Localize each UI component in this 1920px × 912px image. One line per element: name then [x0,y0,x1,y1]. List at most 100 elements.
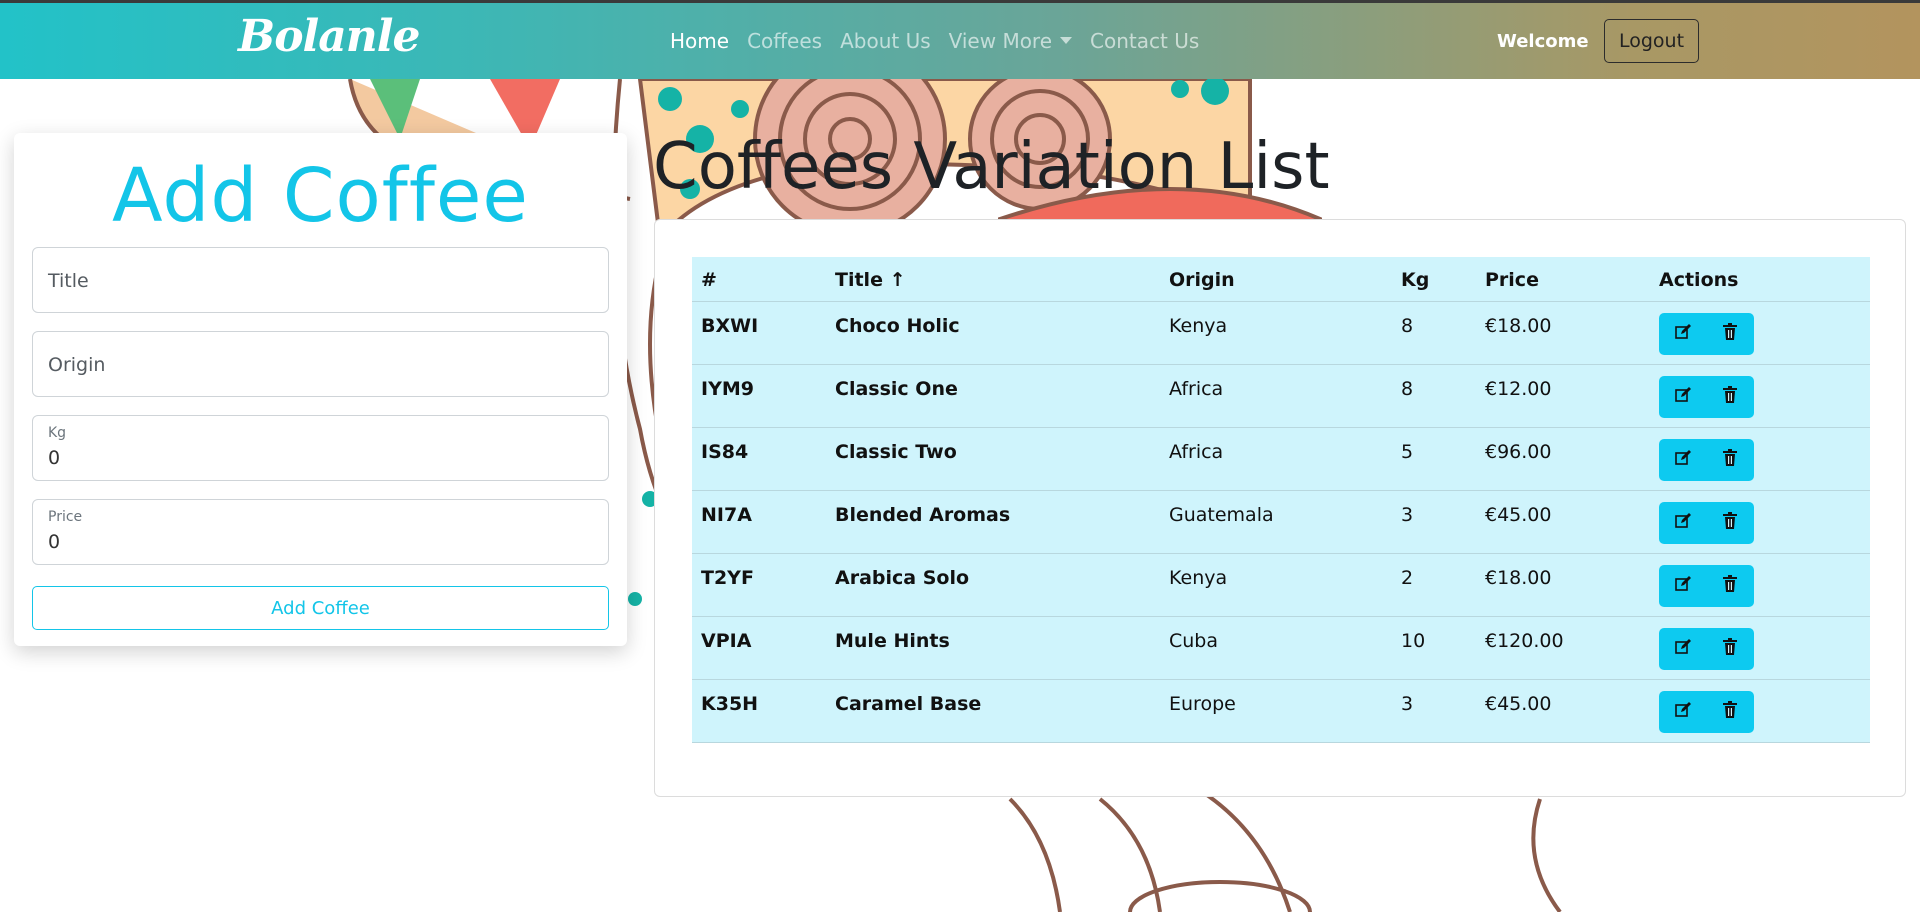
cell-id: K35H [701,693,759,715]
col-header-title[interactable]: Title ↑ [835,269,906,291]
table-row: IS84 Classic Two Africa 5 €96.00 [692,428,1870,491]
kg-label: Kg [48,425,67,441]
add-coffee-button[interactable]: Add Coffee [32,586,609,630]
trash-icon [1722,575,1738,597]
col-header-actions: Actions [1659,269,1739,291]
cell-title: Classic Two [835,441,957,463]
cell-kg: 3 [1401,504,1414,526]
row-actions [1659,376,1754,418]
chevron-down-icon [1060,37,1073,44]
row-actions [1659,502,1754,544]
cell-id: IS84 [701,441,749,463]
table-row: K35H Caramel Base Europe 3 €45.00 [692,680,1870,743]
brand-logo[interactable]: Bolanle [238,11,420,62]
trash-icon [1722,512,1738,534]
table-row: IYM9 Classic One Africa 8 €12.00 [692,365,1870,428]
cell-kg: 2 [1401,567,1414,589]
cell-price: €120.00 [1485,630,1564,652]
edit-button[interactable] [1659,502,1706,544]
kg-input[interactable]: Kg 0 [32,415,609,481]
nav-view-more-dropdown[interactable]: View More [948,29,1073,53]
row-actions [1659,313,1754,355]
cell-id: T2YF [701,567,754,589]
cell-price: €45.00 [1485,504,1552,526]
row-actions [1659,565,1754,607]
add-coffee-card: Add Coffee Title Origin Kg 0 Price 0 Add… [14,133,627,646]
nav-view-more-label: View More [948,29,1053,53]
nav-about-us[interactable]: About Us [840,29,931,53]
delete-button[interactable] [1706,502,1753,544]
cell-origin: Guatemala [1169,504,1274,526]
trash-icon [1722,638,1738,660]
price-value: 0 [48,531,61,553]
welcome-text: Welcome [1497,31,1589,52]
cell-origin: Europe [1169,693,1236,715]
edit-button[interactable] [1659,313,1706,355]
table-body: BXWI Choco Holic Kenya 8 €18.00 IYM9 Classic O… [692,302,1870,743]
col-header-price[interactable]: Price [1485,269,1539,291]
add-coffee-heading: Add Coffee [112,153,529,239]
edit-icon [1674,323,1692,345]
title-placeholder: Title [48,270,89,292]
cell-price: €18.00 [1485,567,1552,589]
table-row: VPIA Mule Hints Cuba 10 €120.00 [692,617,1870,680]
cell-title: Classic One [835,378,958,400]
cell-origin: Cuba [1169,630,1219,652]
edit-icon [1674,575,1692,597]
edit-icon [1674,386,1692,408]
delete-button[interactable] [1706,376,1753,418]
kg-value: 0 [48,447,61,469]
coffee-list-heading: Coffees Variation List [653,130,1330,204]
top-navbar: Bolanle Home Coffees About Us View More … [0,0,1920,79]
nav-home[interactable]: Home [670,29,729,53]
delete-button[interactable] [1706,691,1753,733]
nav-contact-us[interactable]: Contact Us [1090,29,1199,53]
edit-button[interactable] [1659,376,1706,418]
origin-placeholder: Origin [48,354,106,376]
cell-id: VPIA [701,630,752,652]
delete-button[interactable] [1706,565,1753,607]
cell-id: IYM9 [701,378,754,400]
edit-button[interactable] [1659,439,1706,481]
cell-id: BXWI [701,315,759,337]
edit-button[interactable] [1659,691,1706,733]
col-header-kg[interactable]: Kg [1401,269,1429,291]
cell-title: Caramel Base [835,693,982,715]
trash-icon [1722,323,1738,345]
cell-origin: Kenya [1169,315,1228,337]
title-input[interactable]: Title [32,247,609,313]
trash-icon [1722,701,1738,723]
col-header-id[interactable]: # [701,269,717,291]
row-actions [1659,691,1754,733]
table-header: # Title ↑ Origin Kg Price Actions [692,257,1870,302]
edit-button[interactable] [1659,565,1706,607]
edit-icon [1674,701,1692,723]
edit-button[interactable] [1659,628,1706,670]
cell-title: Choco Holic [835,315,960,337]
cell-kg: 3 [1401,693,1414,715]
cell-title: Blended Aromas [835,504,1011,526]
col-header-origin[interactable]: Origin [1169,269,1235,291]
trash-icon [1722,386,1738,408]
cell-origin: Africa [1169,441,1224,463]
trash-icon [1722,449,1738,471]
edit-icon [1674,512,1692,534]
delete-button[interactable] [1706,628,1753,670]
cell-kg: 10 [1401,630,1426,652]
coffee-table: # Title ↑ Origin Kg Price Actions BXWI Ch… [692,257,1870,743]
cell-price: €45.00 [1485,693,1552,715]
origin-input[interactable]: Origin [32,331,609,397]
table-row: NI7A Blended Aromas Guatemala 3 €45.00 [692,491,1870,554]
delete-button[interactable] [1706,439,1753,481]
cell-kg: 8 [1401,315,1414,337]
price-label: Price [48,509,83,525]
price-input[interactable]: Price 0 [32,499,609,565]
delete-button[interactable] [1706,313,1753,355]
nav-coffees[interactable]: Coffees [747,29,822,53]
edit-icon [1674,449,1692,471]
nav-links: Home Coffees About Us View More Contact … [670,29,1199,53]
cell-title: Arabica Solo [835,567,970,589]
cell-price: €96.00 [1485,441,1552,463]
cell-origin: Africa [1169,378,1224,400]
logout-button[interactable]: Logout [1604,19,1699,63]
